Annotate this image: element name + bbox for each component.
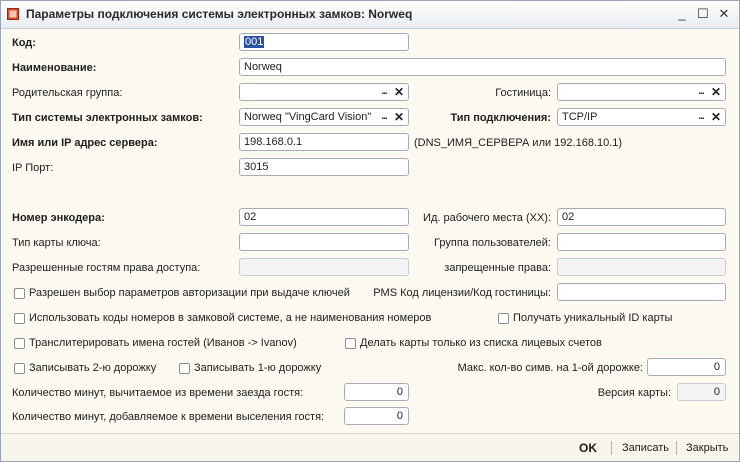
connection-type-select-button[interactable]: ... <box>694 110 708 125</box>
allowed-rights-label: Разрешенные гостям права доступа: <box>12 262 201 274</box>
workstation-id-field[interactable]: 02 <box>557 208 726 226</box>
parent-group-clear-icon[interactable]: ✕ <box>392 85 406 100</box>
transliterate-checkbox[interactable] <box>14 338 25 349</box>
card-version-label: Версия карты: <box>597 387 671 399</box>
name-label: Наименование: <box>12 62 97 74</box>
hotel-select-button[interactable]: ... <box>694 85 708 100</box>
parent-group-field[interactable]: ... ✕ <box>239 83 409 101</box>
connection-type-value: TCP/IP <box>562 111 598 123</box>
footer-separator <box>676 441 677 455</box>
workstation-id-label: Ид. рабочего места (XX): <box>423 212 551 224</box>
cards-from-accounts-checkbox-label: Делать карты только из списка лицевых сч… <box>360 337 602 349</box>
lock-system-type-value: Norweq "VingCard Vision" <box>244 111 372 123</box>
server-field[interactable]: 198.168.0.1 <box>239 133 409 151</box>
use-room-codes-checkbox-label: Использовать коды номеров в замковой сис… <box>29 312 432 324</box>
close-footer-button[interactable]: Закрыть <box>686 442 728 454</box>
dialog-window: Параметры подключения системы электронны… <box>0 0 740 462</box>
use-room-codes-checkbox[interactable] <box>14 313 25 324</box>
form-icon <box>7 8 19 20</box>
hotel-label: Гостиница: <box>495 87 551 99</box>
write-track2-checkbox-label: Записывать 2-ю дорожку <box>29 362 157 374</box>
forbidden-rights-label: запрещенные права: <box>444 262 551 274</box>
max-chars-track1-field[interactable]: 0 <box>647 358 726 376</box>
lock-system-type-label: Тип системы электронных замков: <box>12 112 203 124</box>
ok-button[interactable]: OK <box>579 441 597 455</box>
write-track1-checkbox-label: Записывать 1-ю дорожку <box>194 362 322 374</box>
maximize-button[interactable]: ☐ <box>695 6 711 22</box>
hotel-clear-icon[interactable]: ✕ <box>709 85 723 100</box>
lock-system-type-clear-icon[interactable]: ✕ <box>392 110 406 125</box>
hotel-field[interactable]: ... ✕ <box>557 83 726 101</box>
auth-params-checkbox[interactable] <box>14 288 25 299</box>
unique-card-id-checkbox-label: Получать уникальный ID карты <box>513 312 673 324</box>
ip-port-field[interactable]: 3015 <box>239 158 409 176</box>
card-version-field: 0 <box>677 383 726 401</box>
minimize-button[interactable]: _ <box>674 6 690 22</box>
unique-card-id-checkbox[interactable] <box>498 313 509 324</box>
connection-type-clear-icon[interactable]: ✕ <box>709 110 723 125</box>
parent-group-label: Родительская группа: <box>12 87 123 99</box>
minutes-subtract-label: Количество минут, вычитаемое из времени … <box>12 387 304 399</box>
title-bar[interactable]: Параметры подключения системы электронны… <box>1 1 739 29</box>
user-group-label: Группа пользователей: <box>434 237 551 249</box>
close-button[interactable]: ✕ <box>716 6 732 22</box>
lock-system-type-select-button[interactable]: ... <box>377 110 391 125</box>
key-card-type-label: Тип карты ключа: <box>12 237 101 249</box>
parent-group-select-button[interactable]: ... <box>377 85 391 100</box>
server-hint: (DNS_ИМЯ_СЕРВЕРА или 192.168.10.1) <box>414 137 623 149</box>
minutes-add-label: Количество минут, добавляемое к времени … <box>12 411 325 423</box>
connection-type-field[interactable]: TCP/IP ... ✕ <box>557 108 726 126</box>
lock-system-type-field[interactable]: Norweq "VingCard Vision" ... ✕ <box>239 108 409 126</box>
transliterate-checkbox-label: Транслитерировать имена гостей (Иванов -… <box>29 337 297 349</box>
code-field[interactable]: 001 <box>239 33 409 51</box>
pms-license-label: PMS Код лицензии/Код гостиницы: <box>373 287 551 299</box>
user-group-field[interactable] <box>557 233 726 251</box>
pms-license-field[interactable] <box>557 283 726 301</box>
name-field[interactable]: Norweq <box>239 58 726 76</box>
forbidden-rights-field <box>557 258 726 276</box>
write-track1-checkbox[interactable] <box>179 363 190 374</box>
encoder-number-label: Номер энкодера: <box>12 212 105 224</box>
connection-type-label: Тип подключения: <box>450 112 551 124</box>
max-chars-track1-label: Макс. кол-во симв. на 1-ой дорожке: <box>457 362 643 374</box>
write-track2-checkbox[interactable] <box>14 363 25 374</box>
save-button[interactable]: Записать <box>622 442 669 454</box>
auth-params-checkbox-label: Разрешен выбор параметров авторизации пр… <box>29 287 350 299</box>
key-card-type-field[interactable] <box>239 233 409 251</box>
footer-separator <box>611 441 612 455</box>
minutes-add-field[interactable]: 0 <box>344 407 409 425</box>
code-value: 001 <box>244 36 265 48</box>
cards-from-accounts-checkbox[interactable] <box>345 338 356 349</box>
encoder-number-field[interactable]: 02 <box>239 208 409 226</box>
window-title: Параметры подключения системы электронны… <box>26 7 413 21</box>
footer-bar: OK Записать Закрыть <box>1 433 739 461</box>
allowed-rights-field <box>239 258 409 276</box>
minutes-subtract-field[interactable]: 0 <box>344 383 409 401</box>
code-label: Код: <box>12 37 36 49</box>
server-label: Имя или IP адрес сервера: <box>12 137 158 149</box>
ip-port-label: IP Порт: <box>12 162 54 174</box>
